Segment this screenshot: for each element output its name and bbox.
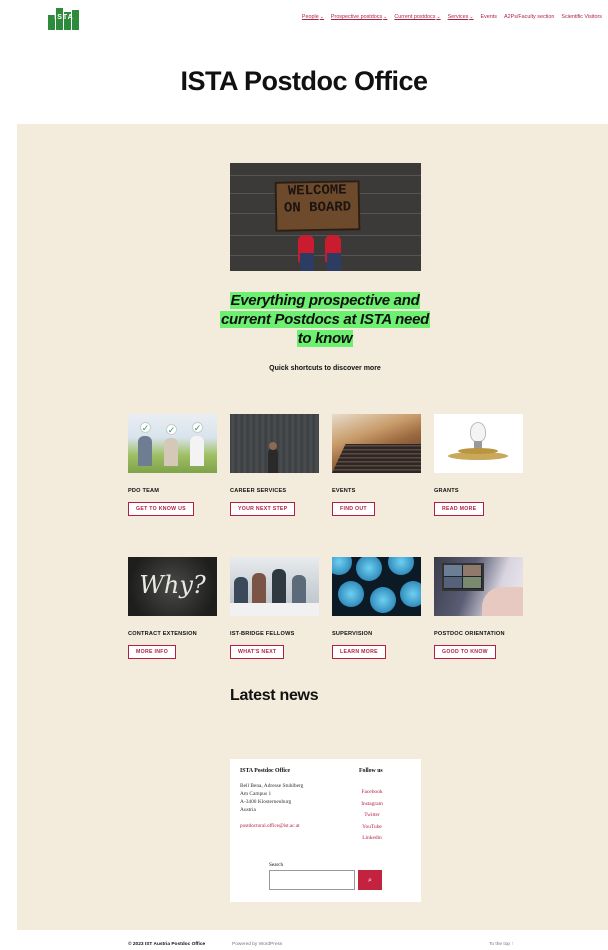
get-to-know-us-button[interactable]: GET TO KNOW US (128, 502, 194, 516)
ist-bridge-fellows-image (230, 557, 319, 616)
chevron-down-icon: ⌄ (383, 14, 388, 20)
main-content: WELCOME ON BOARD Everything prospective … (17, 124, 608, 930)
nav-current-postdocs[interactable]: Current postdocs⌄ (394, 14, 440, 20)
nav-events[interactable]: Events (481, 14, 497, 20)
learn-more-button[interactable]: LEARN MORE (332, 645, 386, 659)
chevron-down-icon: ⌄ (319, 14, 324, 20)
contract-extension-image: Why? (128, 557, 217, 616)
welcome-hero-image: WELCOME ON BOARD (230, 163, 421, 271)
leg-left (300, 253, 314, 271)
chevron-down-icon: ⌄ (436, 14, 441, 20)
nav-prospective-postdocs[interactable]: Prospective postdocs⌄ (331, 14, 387, 20)
card-label: CAREER SERVICES (230, 488, 287, 494)
card-contract-extension: Why? CONTRACT EXTENSION MORE INFO (128, 557, 220, 659)
twitter-link[interactable]: Twitter (360, 810, 384, 822)
social-links: Facebook Instagram Twitter YouTube Linke… (360, 787, 384, 845)
copyright-text: © 2023 IST Austria Postdoc Office (128, 942, 206, 947)
card-label: GRANTS (434, 488, 459, 494)
card-label: POSTDOC ORIENTATION (434, 631, 505, 637)
footer-widget-title: ISTA Postdoc Office (240, 768, 291, 774)
youtube-link[interactable]: YouTube (360, 822, 384, 834)
site-footer: © 2023 IST Austria Postdoc Office Powere… (0, 942, 608, 950)
card-label: SUPERVISION (332, 631, 373, 637)
read-more-button[interactable]: READ MORE (434, 502, 485, 516)
mat-text-1: WELCOME (287, 182, 347, 200)
search-label: Search (269, 862, 284, 868)
events-image (332, 414, 421, 473)
whats-next-button[interactable]: WHAT'S NEXT (230, 645, 285, 659)
main-navigation: People⌄ Prospective postdocs⌄ Current po… (302, 14, 602, 20)
why-image-text: Why? (139, 571, 206, 599)
good-to-know-button[interactable]: GOOD TO KNOW (434, 645, 496, 659)
facebook-link[interactable]: Facebook (360, 787, 384, 799)
address-line: Am Campus 1 (240, 791, 272, 797)
nav-people[interactable]: People⌄ (302, 14, 324, 20)
site-header: ISTA People⌄ Prospective postdocs⌄ Curre… (0, 0, 608, 40)
card-ist-bridge-fellows: IST-BRIDGE FELLOWS WHAT'S NEXT (230, 557, 322, 659)
supervision-image (332, 557, 421, 616)
find-out-button[interactable]: FIND OUT (332, 502, 375, 516)
search-icon: ⌕ (368, 876, 372, 884)
ista-logo[interactable]: ISTA (48, 8, 80, 30)
card-label: IST-BRIDGE FELLOWS (230, 631, 295, 637)
email-link[interactable]: postdoctoral.office@ist.ac.at (240, 823, 300, 829)
chevron-down-icon: ⌄ (469, 14, 474, 20)
career-services-image (230, 414, 319, 473)
mat-text-2: ON BOARD (283, 199, 352, 217)
instagram-link[interactable]: Instagram (360, 799, 384, 811)
card-label: EVENTS (332, 488, 356, 494)
powered-by-link[interactable]: Powered by WordPress (232, 942, 282, 947)
card-label: PDO TEAM (128, 488, 160, 494)
hero-subtitle: Quick shortcuts to discover more (269, 365, 381, 372)
nav-services[interactable]: Services⌄ (448, 14, 474, 20)
follow-us-title: Follow us (359, 768, 383, 774)
latest-news-heading: Latest news (230, 687, 319, 704)
grants-image (434, 414, 523, 473)
hero-tagline: Everything prospective and current Postd… (219, 292, 430, 347)
address-line: Bell Bena, Adresse Stuhlberg (240, 783, 304, 789)
address-line: A-3400 Klosterneuburg (240, 799, 292, 805)
card-events: EVENTS FIND OUT (332, 414, 424, 516)
card-supervision: SUPERVISION LEARN MORE (332, 557, 424, 659)
card-postdoc-orientation: POSTDOC ORIENTATION GOOD TO KNOW (434, 557, 526, 659)
more-info-button[interactable]: MORE INFO (128, 645, 177, 659)
to-the-top-link[interactable]: To the top ↑ (489, 942, 514, 947)
your-next-step-button[interactable]: YOUR NEXT STEP (230, 502, 296, 516)
postal-address: Bell Bena, Adresse Stuhlberg Am Campus 1… (240, 782, 303, 814)
card-label: CONTRACT EXTENSION (128, 631, 197, 637)
leg-right (327, 253, 341, 271)
address-line: Austria (240, 807, 256, 813)
search-input[interactable] (269, 870, 355, 890)
welcome-mat: WELCOME ON BOARD (274, 180, 361, 232)
nav-scientific-visitors[interactable]: Scientific Visitors (561, 14, 602, 20)
card-pdo-team: ✓ ✓ ✓ PDO TEAM GET TO KNOW US (128, 414, 220, 516)
card-grants: GRANTS READ MORE (434, 414, 526, 516)
pdo-team-image: ✓ ✓ ✓ (128, 414, 217, 473)
logo-text: ISTA (54, 14, 74, 21)
postdoc-orientation-image (434, 557, 523, 616)
nav-a2ps-faculty[interactable]: A2Ps/Faculty section (504, 14, 554, 20)
search-button[interactable]: ⌕ (358, 870, 382, 890)
site-title[interactable]: ISTA Postdoc Office (0, 66, 608, 97)
linkedin-link[interactable]: Linkedin (360, 833, 384, 845)
card-career-services: CAREER SERVICES YOUR NEXT STEP (230, 414, 322, 516)
footer-widget: ISTA Postdoc Office Bell Bena, Adresse S… (230, 759, 421, 902)
